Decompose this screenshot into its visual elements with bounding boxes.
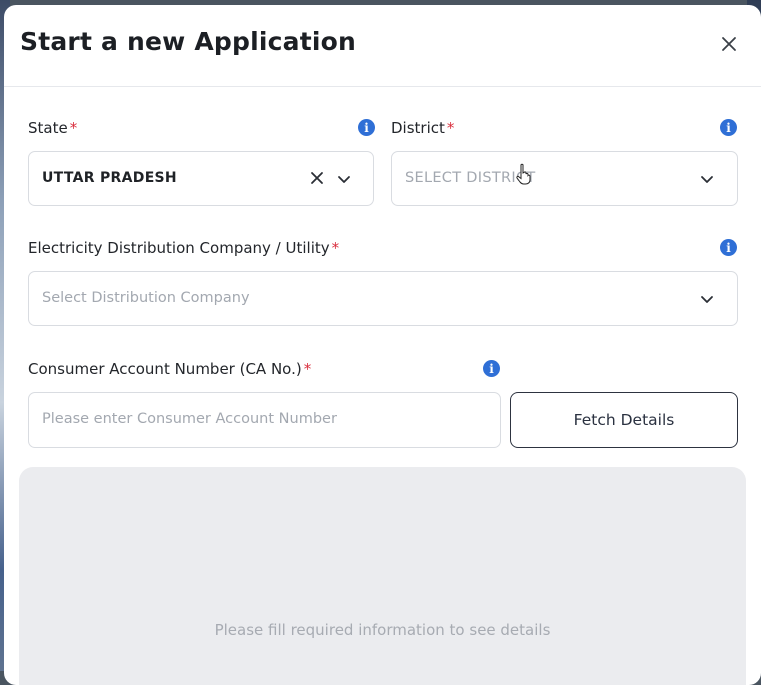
consumer-account-placeholder: Please enter Consumer Account Number [42,411,337,427]
chevron-down-icon[interactable] [336,171,352,187]
modal-title: Start a new Application [20,27,356,56]
info-icon[interactable]: i [483,360,500,377]
new-application-modal: Start a new Application State * i UTTAR P… [4,5,761,685]
info-icon[interactable]: i [358,119,375,136]
details-empty-message: Please fill required information to see … [214,621,551,639]
utility-label-text: Electricity Distribution Company / Utili… [28,239,330,257]
district-select[interactable]: SELECT DISTRICT [391,151,738,206]
mouse-pointer-icon [516,163,531,185]
chevron-down-icon[interactable] [699,291,715,307]
district-label: District * [391,119,454,137]
close-icon [722,37,736,51]
district-label-text: District [391,119,445,137]
consumer-account-field[interactable]: Please enter Consumer Account Number [28,392,501,448]
required-mark: * [331,239,340,257]
utility-select[interactable]: Select Distribution Company [28,271,738,326]
fetch-details-button[interactable]: Fetch Details [510,392,738,448]
state-label-text: State [28,119,68,137]
details-panel: Please fill required information to see … [19,467,746,685]
consumer-account-label: Consumer Account Number (CA No.) * [28,360,311,378]
required-mark: * [446,119,455,137]
info-icon[interactable]: i [720,119,737,136]
state-label: State * [28,119,77,137]
clear-icon[interactable] [309,170,325,186]
state-selected-value: UTTAR PRADESH [42,170,177,186]
consumer-account-label-text: Consumer Account Number (CA No.) [28,360,302,378]
utility-placeholder: Select Distribution Company [42,290,250,306]
required-mark: * [69,119,78,137]
close-button[interactable] [716,31,742,57]
modal-header: Start a new Application [4,5,761,87]
state-select[interactable]: UTTAR PRADESH [28,151,374,206]
chevron-down-icon[interactable] [699,171,715,187]
utility-label: Electricity Distribution Company / Utili… [28,239,339,257]
required-mark: * [303,360,312,378]
info-icon[interactable]: i [720,239,737,256]
